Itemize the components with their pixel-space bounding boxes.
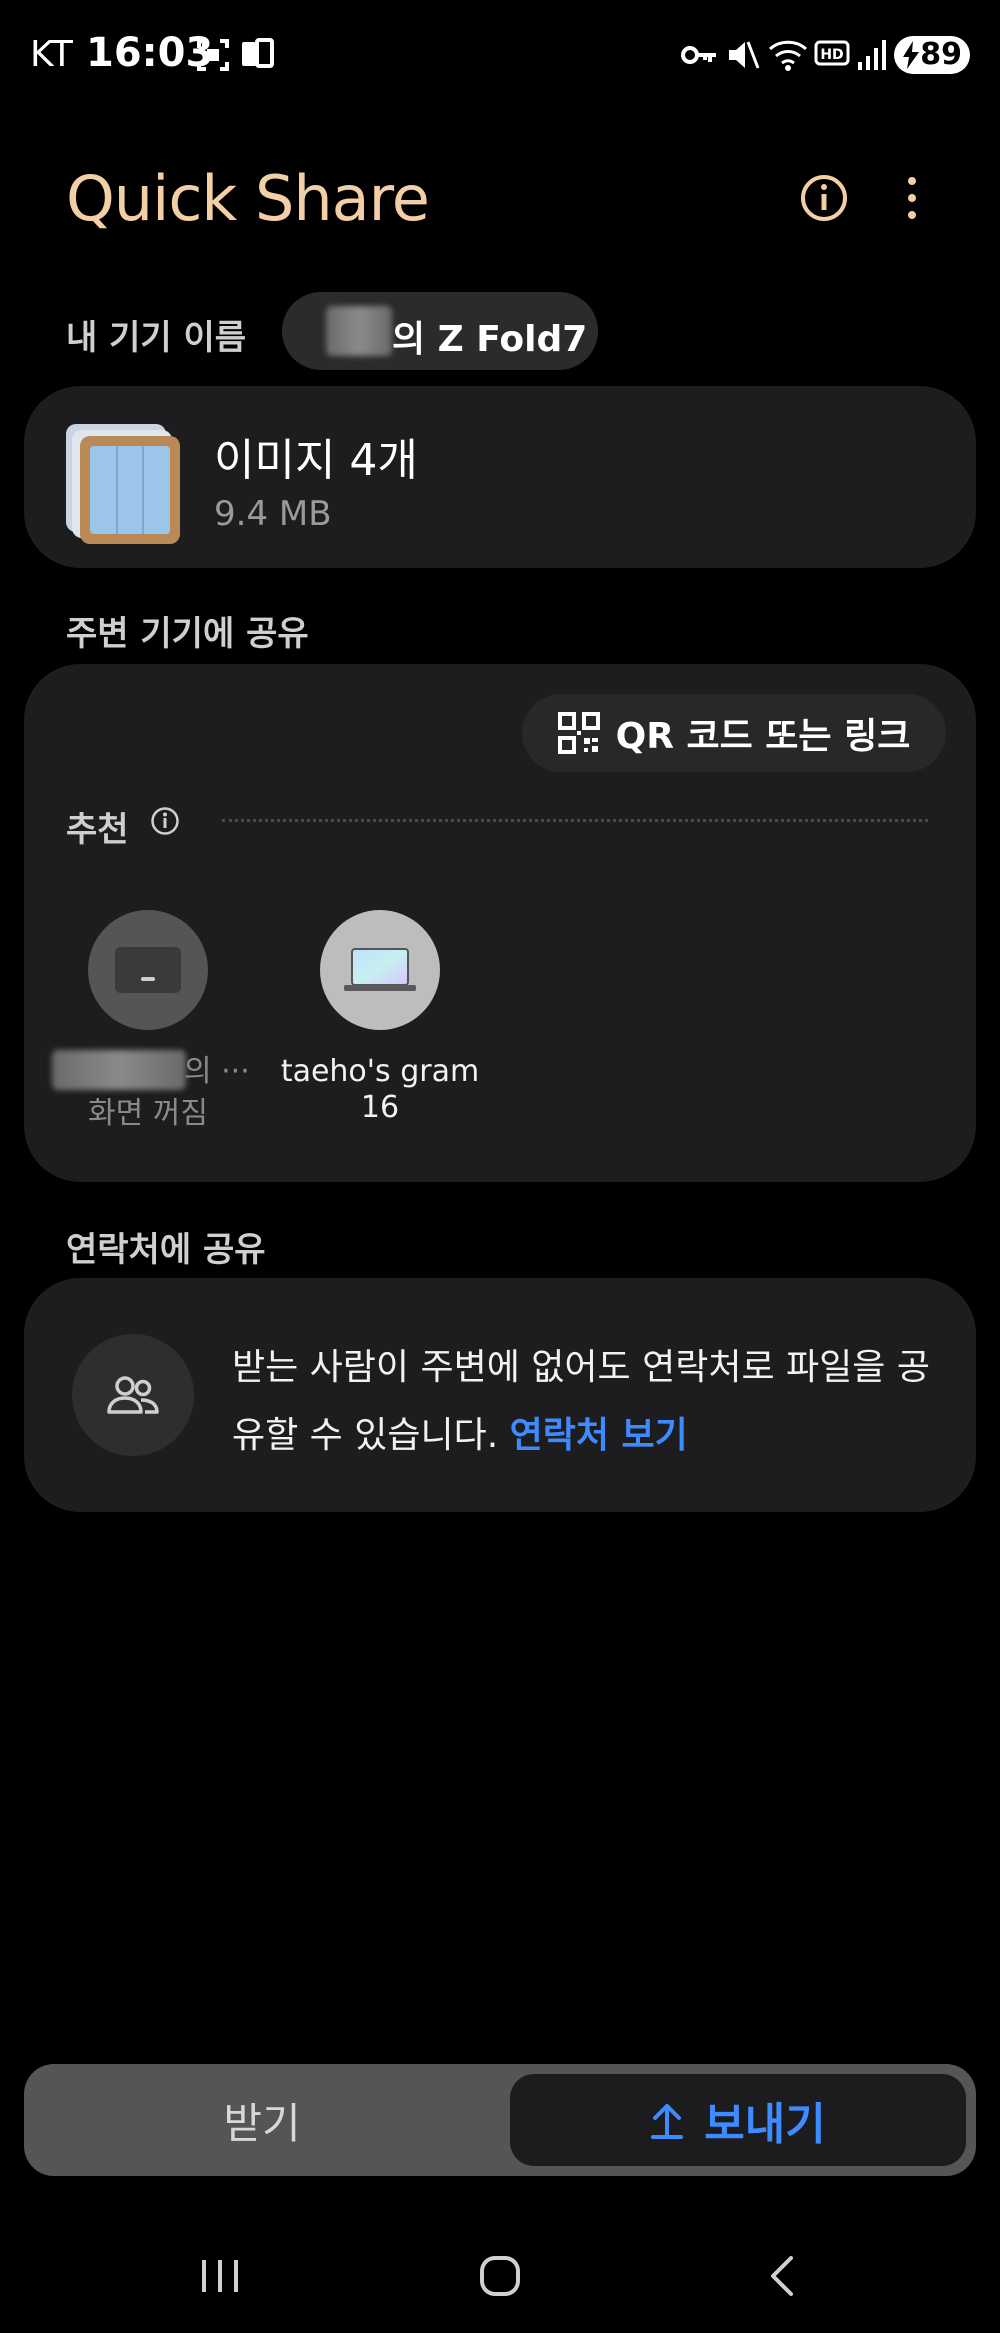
carrier-name: KT (30, 34, 73, 75)
redacted-device-name (52, 1050, 186, 1090)
charging-icon (903, 41, 919, 69)
qr-code-icon (557, 712, 600, 754)
send-tab[interactable]: 보내기 (510, 2074, 966, 2166)
receive-tab-label: 받기 (223, 2098, 301, 2148)
info-button[interactable] (784, 158, 864, 238)
status-time: 16:03 (86, 30, 214, 76)
status-bar: KT 16:03 HD 89 (0, 0, 1000, 110)
mute-icon (729, 41, 760, 69)
laptop-icon (344, 948, 416, 991)
divider-dotted (222, 819, 928, 822)
more-vertical-icon (908, 177, 916, 219)
battery-level: 89 (920, 37, 962, 72)
hd-voice-icon: HD (814, 40, 850, 66)
svg-text:HD: HD (820, 47, 843, 63)
tablet-icon (115, 947, 181, 993)
back-icon (771, 2256, 793, 2296)
nearby-device-laptop[interactable] (320, 910, 440, 1030)
home-button[interactable] (460, 2246, 540, 2306)
device-name-label: 내 기기 이름 (66, 318, 247, 358)
nearby-section-title: 주변 기기에 공유 (66, 614, 309, 654)
view-contacts-link[interactable]: 연락처 보기 (510, 1415, 688, 1456)
contacts-avatar-button[interactable] (72, 1334, 194, 1456)
receive-tab[interactable]: 받기 (24, 2064, 500, 2176)
recommended-info-icon[interactable] (150, 806, 180, 836)
device-name-chip[interactable]: 의 Z Fold7 (282, 292, 598, 370)
upload-arrow-icon (651, 2104, 684, 2139)
app-title: Quick Share (66, 162, 430, 235)
recommended-label: 추천 (66, 810, 129, 850)
nearby-device-1-name: 의 ··· (184, 1054, 250, 1089)
qr-or-link-button[interactable]: QR 코드 또는 링크 (522, 694, 946, 772)
info-icon (801, 175, 847, 221)
recent-apps-icon (202, 2260, 238, 2292)
battery-indicator: 89 (894, 36, 970, 74)
nearby-device-1-status: 화면 꺼짐 (88, 1096, 208, 1131)
nearby-device-tablet[interactable] (88, 910, 208, 1030)
nearby-device-2-name-line2: 16 (360, 1090, 400, 1125)
file-title: 이미지 4개 (214, 435, 418, 486)
device-name-text: 의 Z Fold7 (392, 319, 588, 360)
vpn-key-icon (681, 46, 716, 64)
recent-apps-button[interactable] (180, 2246, 260, 2306)
nearby-device-2-name-line1: taeho's gram (280, 1054, 480, 1089)
contacts-description: 받는 사람이 주변에 없어도 연락처로 파일을 공유할 수 있습니다. 연락처 … (232, 1334, 932, 1470)
screenshot-icon (197, 39, 229, 71)
file-size: 9.4 MB (214, 494, 332, 534)
home-icon (480, 2256, 520, 2296)
redacted-name (326, 306, 392, 356)
send-receive-toggle: 받기 보내기 (24, 2064, 976, 2176)
device-link-icon (242, 38, 274, 68)
send-tab-label: 보내기 (704, 2099, 826, 2150)
people-icon (107, 1376, 159, 1414)
more-options-button[interactable] (872, 158, 952, 238)
file-thumbnail (80, 436, 180, 544)
wifi-icon (768, 40, 808, 71)
contacts-section-title: 연락처에 공유 (66, 1230, 266, 1270)
back-button[interactable] (742, 2246, 822, 2306)
qr-button-label: QR 코드 또는 링크 (615, 716, 911, 757)
signal-icon (858, 40, 886, 70)
